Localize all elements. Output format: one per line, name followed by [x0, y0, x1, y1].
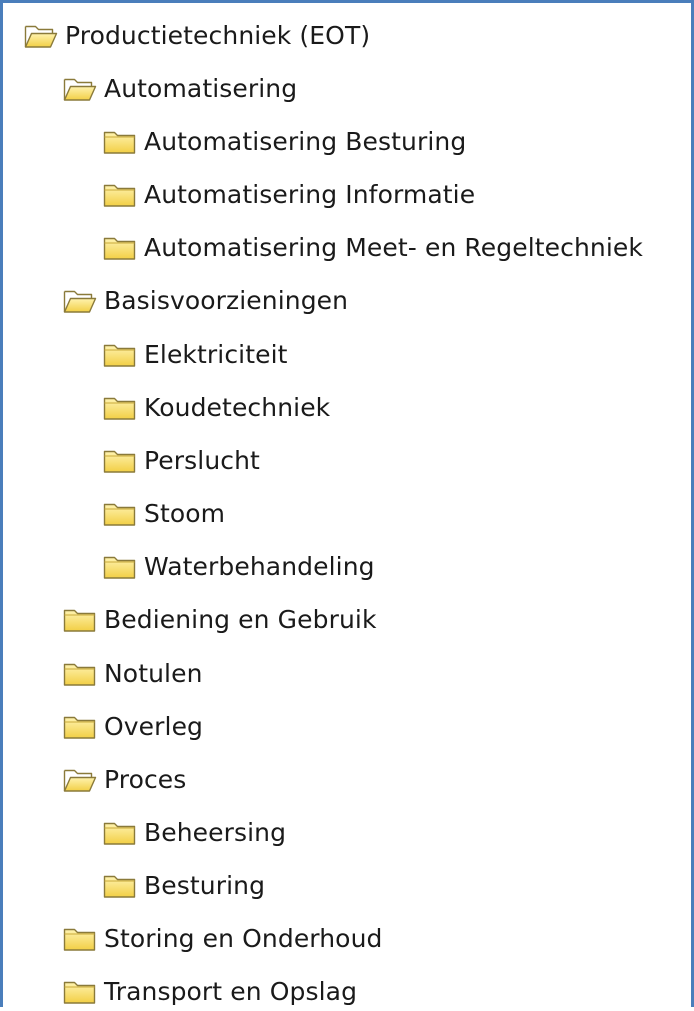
- tree-item-overleg[interactable]: Overleg: [62, 706, 203, 746]
- tree-item-stoom[interactable]: Stoom: [102, 493, 225, 533]
- folder-icon: [102, 870, 138, 900]
- tree-item-waterbehandeling[interactable]: Waterbehandeling: [102, 546, 375, 586]
- tree-item-label: Koudetechniek: [144, 392, 331, 422]
- folder-icon: [102, 339, 138, 369]
- tree-item-label: Automatisering Besturing: [144, 126, 467, 156]
- folder-icon: [102, 126, 138, 156]
- folder-icon: [62, 711, 98, 741]
- folder-icon: [102, 232, 138, 262]
- folder-icon: [62, 976, 98, 1006]
- tree-item-label: Overleg: [104, 711, 204, 741]
- tree-item-automatisering-besturing[interactable]: Automatisering Besturing: [102, 121, 466, 161]
- folder-open-icon: [62, 285, 98, 315]
- tree-item-label: Automatisering Informatie: [144, 179, 476, 209]
- tree-item-label: Basisvoorzieningen: [104, 285, 349, 315]
- folder-open-icon: [23, 20, 59, 50]
- tree-item-automatisering[interactable]: Automatisering: [62, 68, 297, 108]
- tree-item-label: Stoom: [144, 498, 226, 528]
- tree-item-basisvoorzieningen[interactable]: Basisvoorzieningen: [62, 280, 348, 320]
- tree-item-label: Besturing: [144, 870, 266, 900]
- tree-item-transport-en-opslag[interactable]: Transport en Opslag: [62, 971, 357, 1011]
- folder-icon: [102, 445, 138, 475]
- tree-item-proces[interactable]: Proces: [62, 759, 186, 799]
- tree-item-label: Transport en Opslag: [104, 976, 358, 1006]
- tree-item-label: Automatisering: [104, 73, 298, 103]
- tree-item-perslucht[interactable]: Perslucht: [102, 440, 260, 480]
- folder-tree-panel: Productietechniek (EOT) Automatisering A…: [0, 0, 694, 1007]
- tree-item-besturing[interactable]: Besturing: [102, 865, 265, 905]
- tree-item-beheersing[interactable]: Beheersing: [102, 812, 286, 852]
- tree-item-automatisering-informatie[interactable]: Automatisering Informatie: [102, 174, 475, 214]
- tree-item-label: Notulen: [104, 658, 203, 688]
- tree-item-notulen[interactable]: Notulen: [62, 653, 203, 693]
- tree-item-label: Beheersing: [144, 817, 287, 847]
- tree-item-storing-en-onderhoud[interactable]: Storing en Onderhoud: [62, 918, 383, 958]
- tree-item-label: Proces: [104, 764, 187, 794]
- folder-icon: [62, 604, 98, 634]
- folder-icon: [102, 179, 138, 209]
- tree-item-label: Bediening en Gebruik: [104, 604, 377, 634]
- folder-icon: [62, 658, 98, 688]
- tree-item-productietechniek[interactable]: Productietechniek (EOT): [23, 15, 370, 55]
- folder-open-icon: [62, 764, 98, 794]
- tree-item-label: Waterbehandeling: [144, 551, 375, 581]
- tree-item-label: Storing en Onderhoud: [104, 923, 383, 953]
- tree-item-label: Perslucht: [144, 445, 260, 475]
- tree-item-elektriciteit[interactable]: Elektriciteit: [102, 334, 288, 374]
- folder-open-icon: [62, 73, 98, 103]
- tree-item-label: Elektriciteit: [144, 339, 288, 369]
- folder-icon: [102, 392, 138, 422]
- folder-icon: [102, 817, 138, 847]
- folder-icon: [62, 923, 98, 953]
- tree-item-label: Productietechniek (EOT): [65, 20, 371, 50]
- tree-item-bediening-en-gebruik[interactable]: Bediening en Gebruik: [62, 599, 377, 639]
- folder-icon: [102, 551, 138, 581]
- tree-item-koudetechniek[interactable]: Koudetechniek: [102, 387, 330, 427]
- folder-icon: [102, 498, 138, 528]
- tree-item-automatisering-meet-regeltechniek[interactable]: Automatisering Meet- en Regeltechniek: [102, 227, 643, 267]
- tree-item-label: Automatisering Meet- en Regeltechniek: [144, 232, 643, 262]
